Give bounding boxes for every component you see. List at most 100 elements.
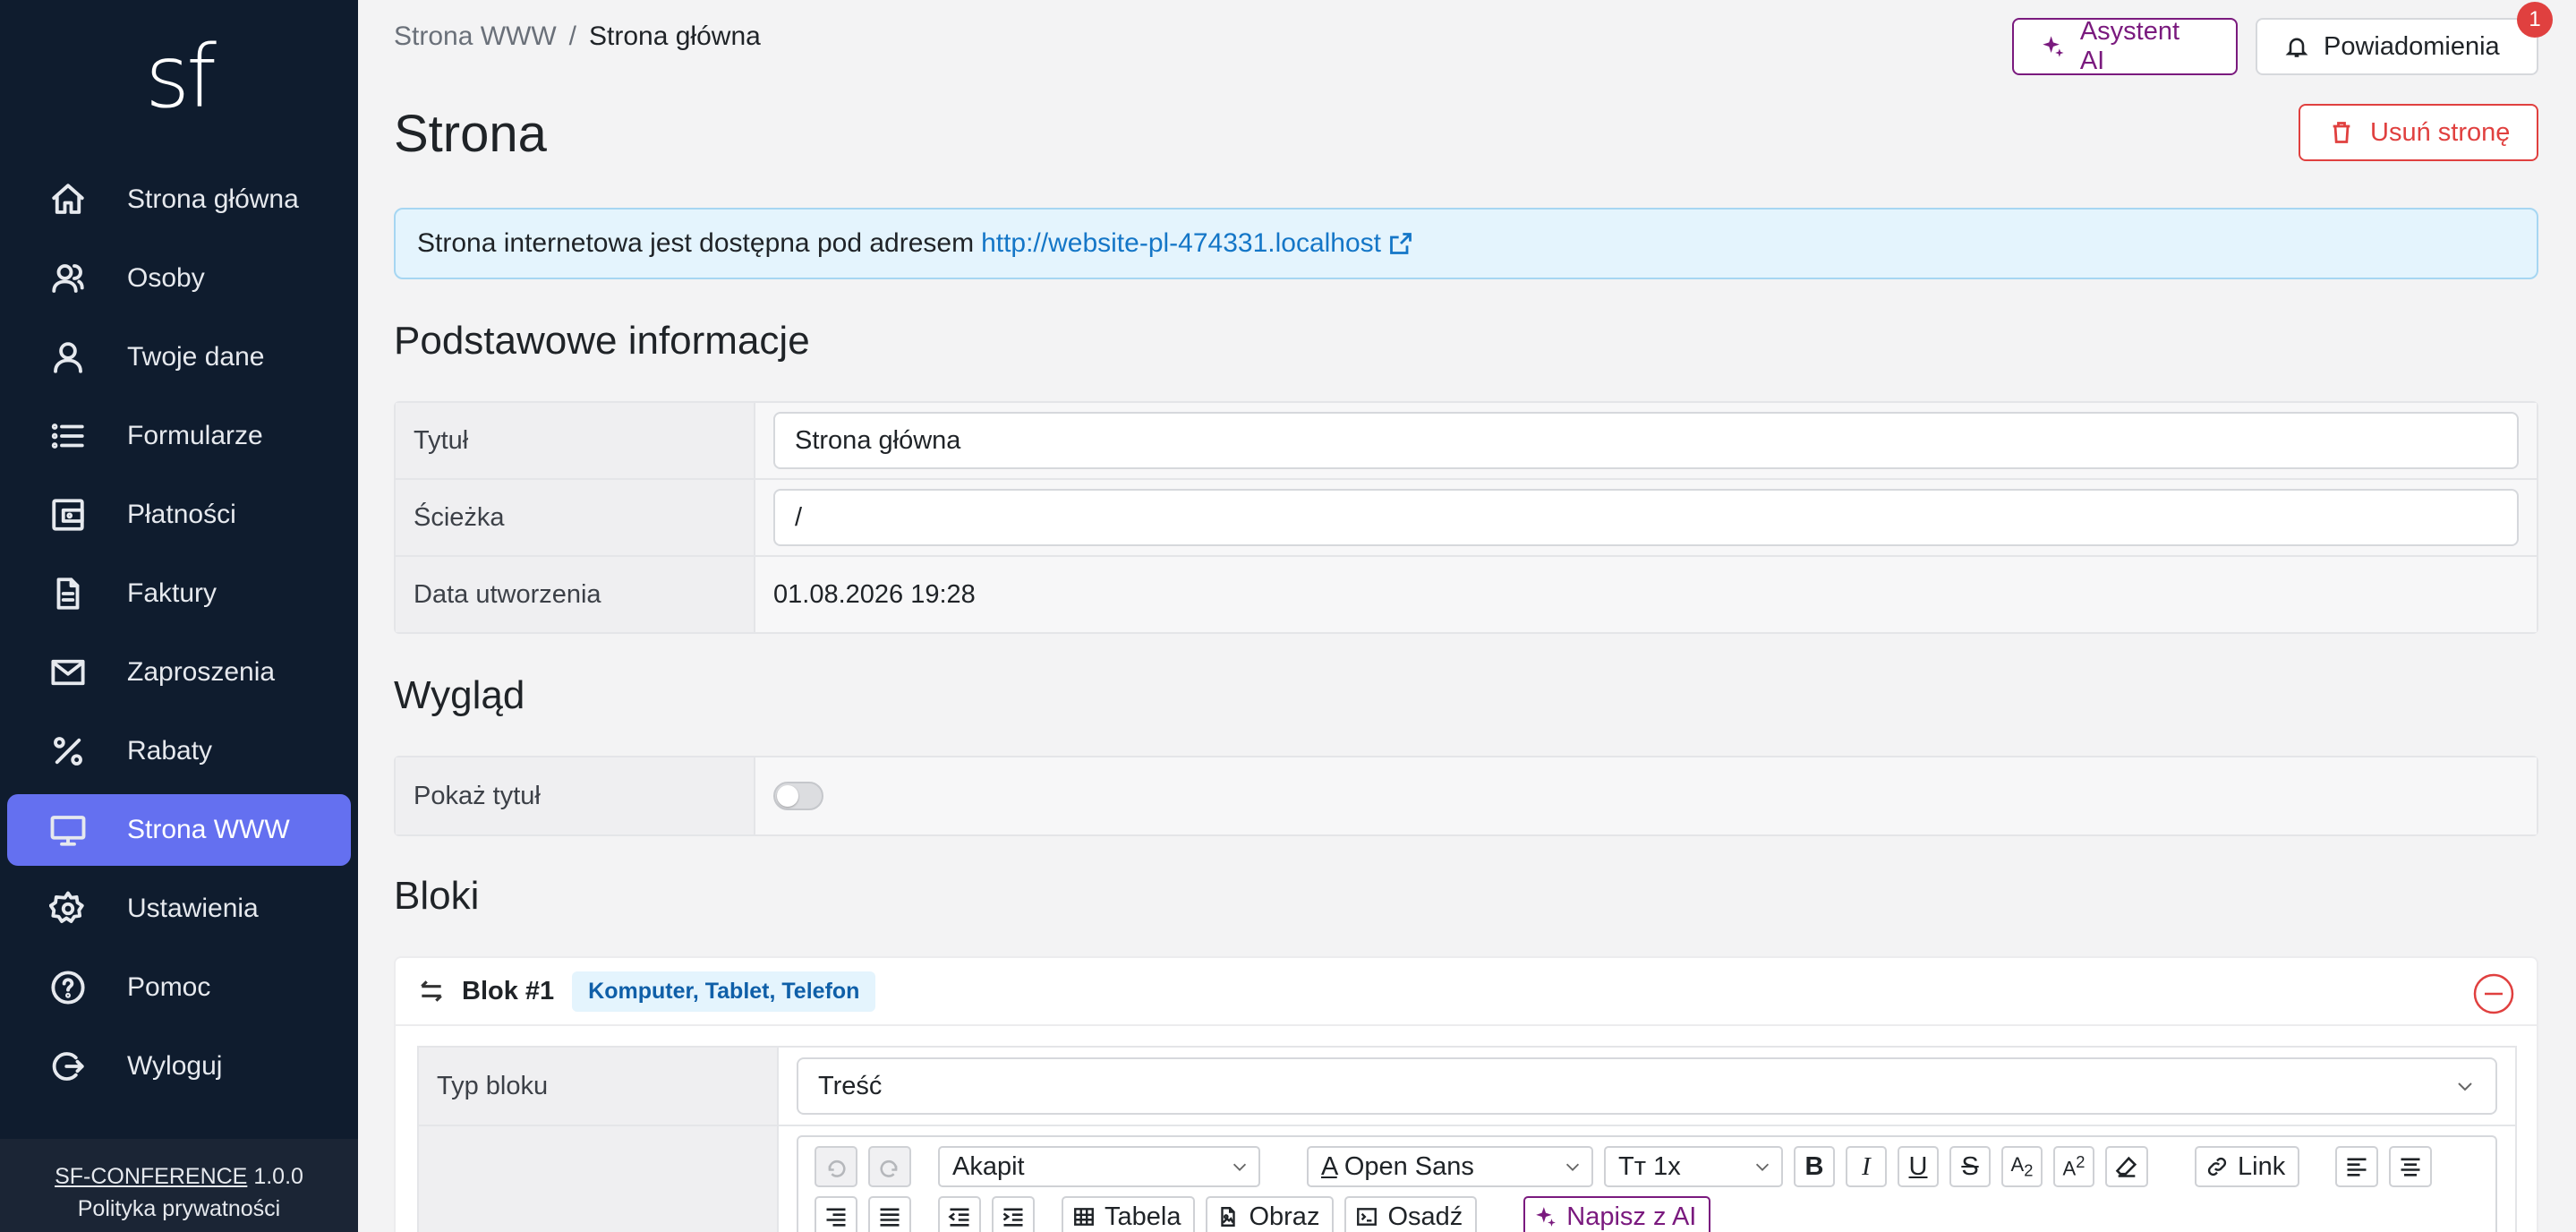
- created-value: 01.08.2026 19:28: [755, 557, 2537, 632]
- chevron-down-icon: [2458, 1082, 2472, 1091]
- reorder-icon[interactable]: [417, 977, 446, 1005]
- title-input[interactable]: Strona główna: [773, 412, 2519, 469]
- sidebar-item-label: Strona główna: [127, 184, 299, 214]
- clear-format-button[interactable]: [2105, 1146, 2148, 1187]
- monitor-icon: [48, 810, 88, 850]
- app-version: 1.0.0: [253, 1164, 303, 1189]
- align-justify-button[interactable]: [868, 1196, 911, 1232]
- insert-image-button[interactable]: Obraz: [1206, 1196, 1335, 1232]
- logout-icon: [48, 1047, 88, 1086]
- indent-icon: [1002, 1208, 1023, 1227]
- outdent-button[interactable]: [938, 1196, 981, 1232]
- sidebar-item-label: Rabaty: [127, 736, 213, 766]
- chevron-down-icon: [1565, 1163, 1580, 1171]
- brand-link[interactable]: SF-CONFERENCE: [55, 1164, 247, 1189]
- sidebar-item-logout[interactable]: Wyloguj: [7, 1031, 351, 1102]
- block-type-label: Typ bloku: [419, 1048, 779, 1125]
- font-size-select[interactable]: Tт 1x: [1604, 1146, 1783, 1187]
- insert-table-button[interactable]: Tabela: [1062, 1196, 1196, 1232]
- sidebar-item-settings[interactable]: Ustawienia: [7, 873, 351, 945]
- block-card: Blok #1 Komputer, Tablet, Telefon Typ bl…: [394, 956, 2538, 1232]
- sidebar-item-discounts[interactable]: Rabaty: [7, 715, 351, 787]
- superscript-button[interactable]: A2: [2053, 1146, 2094, 1187]
- font-family-label: Open Sans: [1343, 1151, 1474, 1181]
- sidebar-item-forms[interactable]: Formularze: [7, 400, 351, 472]
- notifications-button[interactable]: Powiadomienia: [2256, 18, 2538, 75]
- sidebar-item-help[interactable]: Pomoc: [7, 952, 351, 1023]
- sidebar-item-invitations[interactable]: Zaproszenia: [7, 637, 351, 708]
- link-label: Link: [2238, 1151, 2286, 1181]
- align-right-icon: [826, 1208, 846, 1227]
- align-center-button[interactable]: [2389, 1146, 2433, 1187]
- table-icon: [1074, 1208, 1094, 1226]
- home-icon: [48, 180, 88, 219]
- sidebar: sf Strona główna Osoby Twoje dane Formul…: [0, 0, 358, 1232]
- link-button[interactable]: Link: [2195, 1146, 2300, 1187]
- appearance-heading: Wygląd: [394, 673, 525, 717]
- block-type-select[interactable]: Treść: [797, 1057, 2497, 1115]
- strikethrough-button[interactable]: S: [1949, 1146, 1991, 1187]
- sidebar-item-payments[interactable]: Płatności: [7, 479, 351, 551]
- toolbar-row-2: Tabela Obraz Osadź Napisz z AI: [815, 1194, 2479, 1232]
- embed-button[interactable]: Osadź: [1344, 1196, 1478, 1232]
- ai-assistant-label: Asystent AI: [2079, 17, 2180, 75]
- delete-page-button[interactable]: Usuń stronę: [2299, 104, 2538, 161]
- notifications-label: Powiadomienia: [2324, 31, 2500, 61]
- sidebar-item-home[interactable]: Strona główna: [7, 164, 351, 235]
- align-center-icon: [2401, 1158, 2420, 1176]
- underline-button[interactable]: U: [1898, 1146, 1939, 1187]
- write-with-ai-button[interactable]: Napisz z AI: [1523, 1196, 1711, 1232]
- privacy-policy-link[interactable]: Polityka prywatności: [0, 1193, 358, 1225]
- write-with-ai-label: Napisz z AI: [1566, 1202, 1697, 1231]
- align-justify-icon: [880, 1208, 900, 1227]
- align-left-button[interactable]: [2335, 1146, 2379, 1187]
- block-header: Blok #1 Komputer, Tablet, Telefon: [396, 958, 2537, 1026]
- delete-page-label: Usuń stronę: [2370, 117, 2511, 147]
- block-settings: Typ bloku Treść Akapit A Open Sans Tт 1x…: [417, 1046, 2517, 1232]
- sparkle-icon: [2043, 36, 2064, 57]
- align-right-button[interactable]: [815, 1196, 857, 1232]
- paragraph-style-select[interactable]: Akapit: [938, 1146, 1260, 1187]
- breadcrumb-current: Strona główna: [589, 21, 761, 51]
- content-editor-row: Akapit A Open Sans Tт 1x B I U S A2 A2 L…: [419, 1126, 2515, 1232]
- indent-button[interactable]: [992, 1196, 1035, 1232]
- sidebar-item-label: Faktury: [127, 578, 218, 608]
- sidebar-item-people[interactable]: Osoby: [7, 243, 351, 314]
- italic-button[interactable]: I: [1846, 1146, 1887, 1187]
- bell-icon: [2285, 38, 2308, 57]
- toolbar-row-1: Akapit A Open Sans Tт 1x B I U S A2 A2 L…: [815, 1144, 2479, 1189]
- sidebar-item-label: Ustawienia: [127, 894, 259, 923]
- app-logo[interactable]: sf: [0, 27, 358, 127]
- show-title-toggle[interactable]: [773, 782, 823, 810]
- sidebar-item-label: Zaproszenia: [127, 657, 276, 687]
- website-url-link[interactable]: http://website-pl-474331.localhost: [981, 228, 1413, 259]
- sidebar-footer: SF-CONFERENCE 1.0.0 Polityka prywatności: [0, 1139, 358, 1232]
- sidebar-item-invoices[interactable]: Faktury: [7, 558, 351, 629]
- font-family-value: A Open Sans: [1321, 1151, 1474, 1181]
- font-size-value: Tт 1x: [1618, 1151, 1681, 1181]
- redo-button[interactable]: [868, 1146, 911, 1187]
- sidebar-item-website[interactable]: Strona WWW: [7, 794, 351, 866]
- path-input[interactable]: /: [773, 489, 2519, 546]
- bold-icon: B: [1804, 1151, 1824, 1181]
- show-title-label: Pokaż tytuł: [396, 757, 755, 834]
- ai-assistant-button[interactable]: Asystent AI: [2012, 17, 2238, 75]
- created-label: Data utworzenia: [396, 557, 755, 632]
- undo-button[interactable]: [815, 1146, 857, 1187]
- remove-block-icon[interactable]: [2472, 972, 2515, 1015]
- chevron-down-icon: [1755, 1163, 1770, 1171]
- show-title-row: Pokaż tytuł: [396, 757, 2537, 834]
- subscript-icon: A2: [2010, 1152, 2034, 1180]
- font-family-select[interactable]: A Open Sans: [1307, 1146, 1593, 1187]
- bold-button[interactable]: B: [1794, 1146, 1835, 1187]
- sparkle-icon: [1536, 1207, 1557, 1227]
- help-icon: [48, 968, 88, 1007]
- subscript-button[interactable]: A2: [2001, 1146, 2043, 1187]
- undo-icon: [828, 1159, 846, 1177]
- file-icon: [48, 574, 88, 613]
- image-file-icon: [1221, 1207, 1236, 1227]
- sidebar-item-your-data[interactable]: Twoje dane: [7, 321, 351, 393]
- breadcrumb-link-website[interactable]: Strona WWW: [394, 21, 557, 51]
- blocks-heading: Bloki: [394, 874, 480, 918]
- website-url-notice: Strona internetowa jest dostępna pod adr…: [394, 208, 2538, 279]
